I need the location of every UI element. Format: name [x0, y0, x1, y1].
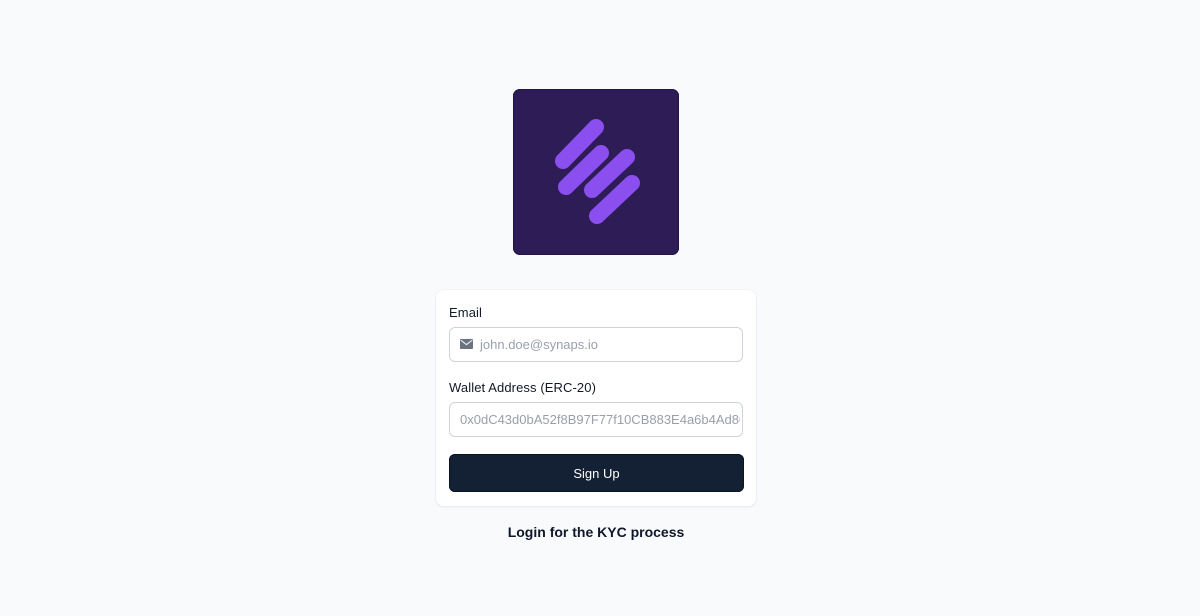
mail-icon — [460, 339, 473, 349]
email-field-wrapper — [449, 327, 743, 362]
signup-form: Email Wallet Address (ERC-20) Sign Up — [436, 290, 756, 506]
email-label: Email — [449, 305, 483, 320]
login-kyc-link[interactable]: Login for the KYC process — [436, 524, 756, 540]
signup-page: Email Wallet Address (ERC-20) Sign Up Lo… — [0, 0, 1200, 616]
synaps-stripes-icon — [555, 119, 640, 224]
wallet-address-label: Wallet Address (ERC-20) — [449, 380, 597, 395]
wallet-address-input[interactable] — [460, 403, 740, 436]
email-input[interactable] — [480, 328, 738, 361]
sign-up-button[interactable]: Sign Up — [449, 454, 744, 492]
brand-logo — [513, 89, 679, 255]
wallet-address-field-wrapper — [449, 402, 743, 437]
